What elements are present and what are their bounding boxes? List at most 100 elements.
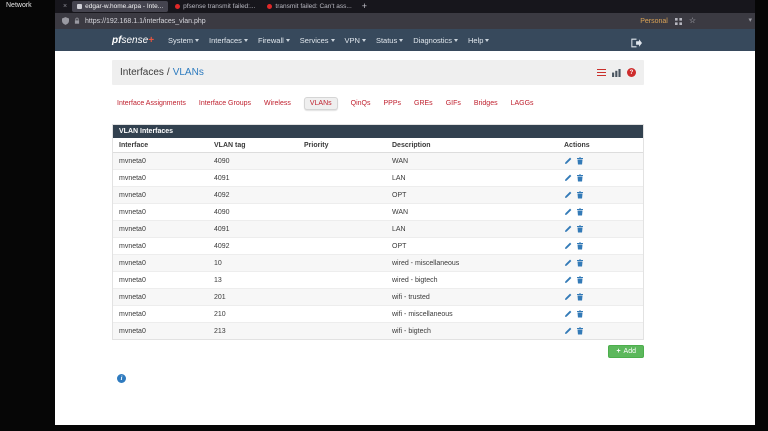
tab-qinqs[interactable]: QinQs (351, 100, 371, 107)
edit-icon[interactable] (564, 259, 572, 267)
cell-priority (298, 220, 386, 238)
help-icon[interactable]: ? (627, 68, 636, 77)
container-grid-icon[interactable] (674, 12, 682, 30)
edit-icon[interactable] (564, 276, 572, 284)
info-icon[interactable]: i (117, 374, 126, 383)
delete-icon[interactable] (576, 293, 584, 301)
vlan-table-body: mvneta0 4090 WAN mvneta0 4091 LAN mvneta0 4092 O… (113, 152, 643, 339)
table-header-row: Interface VLAN tag Priority Description Acti… (113, 138, 643, 153)
nav-item-label: Help (468, 35, 484, 45)
cell-description: wired - miscellaneous (386, 254, 558, 272)
browser-tab[interactable]: pfsense transmit failed:... (170, 1, 260, 12)
delete-icon[interactable] (576, 310, 584, 318)
nav-item-diagnostics[interactable]: Diagnostics (413, 35, 459, 45)
delete-icon[interactable] (576, 327, 584, 335)
breadcrumb-actions: ? (597, 64, 636, 82)
vlan-panel: VLAN Interfaces Interface VLAN tag Priorit… (112, 124, 644, 340)
cell-description: WAN (386, 152, 558, 170)
cell-interface: mvneta0 (113, 169, 208, 187)
nav-item-services[interactable]: Services (300, 36, 335, 45)
cell-description: WAN (386, 203, 558, 221)
table-row: mvneta0 4090 WAN (113, 203, 643, 221)
cell-description: wifi - trusted (386, 288, 558, 306)
cell-priority (298, 186, 386, 204)
close-icon[interactable]: × (63, 3, 67, 10)
cell-vlan-tag: 10 (208, 254, 298, 272)
add-button[interactable]: + Add (608, 345, 644, 358)
chevron-down-icon (485, 39, 490, 42)
container-label[interactable]: Personal (640, 18, 668, 25)
cell-vlan-tag: 4092 (208, 237, 298, 255)
new-tab-button[interactable]: + (357, 2, 372, 11)
shield-icon[interactable] (62, 12, 69, 30)
table-row: mvneta0 10 wired - miscellaneous (113, 254, 643, 272)
cell-description: LAN (386, 220, 558, 238)
status-chart-icon[interactable] (612, 64, 621, 82)
delete-icon[interactable] (576, 276, 584, 284)
delete-icon[interactable] (576, 157, 584, 165)
nav-item-status[interactable]: Status (376, 36, 404, 45)
nav-item-vpn[interactable]: VPN (345, 36, 366, 45)
tab-laggs[interactable]: LAGGs (511, 100, 534, 107)
cell-interface: mvneta0 (113, 186, 208, 204)
nav-item-label: VPN (344, 35, 360, 45)
edit-icon[interactable] (564, 293, 572, 301)
cell-interface: mvneta0 (113, 152, 208, 170)
table-row: mvneta0 201 wifi - trusted (113, 288, 643, 306)
cell-interface: mvneta0 (113, 322, 208, 339)
tab-gifs[interactable]: GIFs (446, 100, 461, 107)
vlan-table: Interface VLAN tag Priority Description Acti… (113, 138, 643, 339)
tab-ppps[interactable]: PPPs (384, 100, 402, 107)
delete-icon[interactable] (576, 259, 584, 267)
bookmark-star-icon[interactable]: ☆ (689, 17, 696, 25)
edit-icon[interactable] (564, 191, 572, 199)
nav-item-firewall[interactable]: Firewall (258, 36, 290, 45)
nav-item-interfaces[interactable]: Interfaces (209, 36, 248, 45)
cell-interface: mvneta0 (113, 220, 208, 238)
cell-priority (298, 254, 386, 272)
cell-vlan-tag: 4092 (208, 186, 298, 204)
tab-gres[interactable]: GREs (414, 100, 433, 107)
overflow-chevron-icon[interactable]: ▾ (748, 17, 752, 24)
edit-icon[interactable] (564, 310, 572, 318)
cell-vlan-tag: 4091 (208, 169, 298, 187)
breadcrumb-section[interactable]: Interfaces (120, 67, 164, 78)
cell-priority (298, 203, 386, 221)
column-header-description: Description (386, 138, 558, 153)
chevron-down-icon (243, 39, 248, 42)
column-header-actions: Actions (558, 138, 643, 153)
tab-interface-groups[interactable]: Interface Groups (199, 100, 251, 107)
tab-interface-assignments[interactable]: Interface Assignments (117, 100, 186, 107)
lock-icon[interactable] (74, 12, 80, 30)
shortcuts-list-icon[interactable] (597, 69, 606, 76)
pfsense-logo[interactable]: pfsense+ (112, 35, 154, 46)
edit-icon[interactable] (564, 242, 572, 250)
table-row: mvneta0 213 wifi - bigtech (113, 322, 643, 339)
logo-sense: sense (121, 34, 149, 46)
tab-wireless[interactable]: Wireless (264, 100, 291, 107)
table-row: mvneta0 4092 OPT (113, 186, 643, 204)
tab-vlans[interactable]: VLANs (303, 97, 338, 110)
delete-icon[interactable] (576, 225, 584, 233)
edit-icon[interactable] (564, 225, 572, 233)
table-row: mvneta0 4090 WAN (113, 152, 643, 170)
nav-item-label: Diagnostics (413, 35, 453, 45)
nav-item-help[interactable]: Help (468, 35, 490, 45)
delete-icon[interactable] (576, 208, 584, 216)
tab-bridges[interactable]: Bridges (474, 100, 498, 107)
cell-description: OPT (386, 237, 558, 255)
edit-icon[interactable] (564, 174, 572, 182)
edit-icon[interactable] (564, 157, 572, 165)
delete-icon[interactable] (576, 174, 584, 182)
browser-tab[interactable]: transmit failed: Can't ass... (262, 1, 356, 12)
browser-tab[interactable]: edgar-w.home.arpa - Inte... (72, 1, 169, 12)
delete-icon[interactable] (576, 191, 584, 199)
edit-icon[interactable] (564, 327, 572, 335)
nav-item-system[interactable]: System (168, 36, 199, 45)
logout-icon[interactable] (631, 35, 642, 53)
delete-icon[interactable] (576, 242, 584, 250)
cell-priority (298, 322, 386, 339)
edit-icon[interactable] (564, 208, 572, 216)
cell-vlan-tag: 4090 (208, 152, 298, 170)
url-input[interactable]: https://192.168.1.1/interfaces_vlan.php (85, 18, 206, 25)
